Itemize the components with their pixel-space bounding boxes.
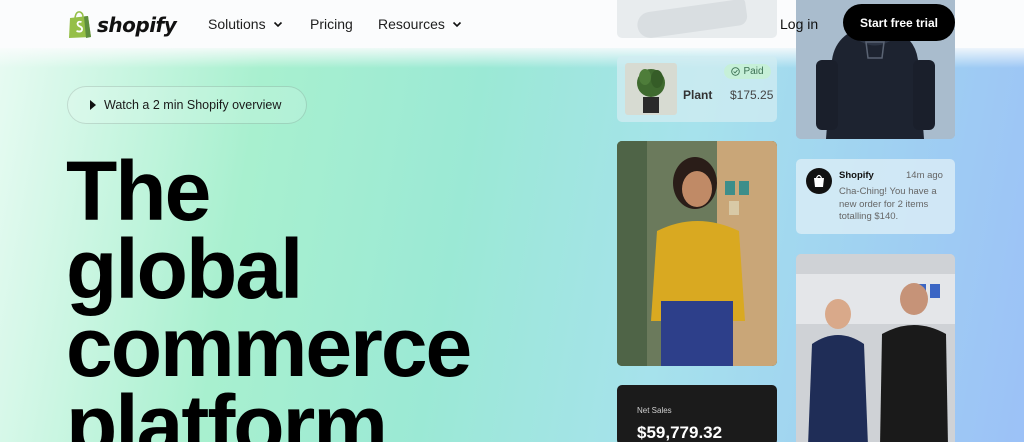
merchants-photo: [796, 254, 955, 442]
play-icon: [90, 100, 96, 110]
merchant-photo: [617, 141, 777, 366]
nav-resources[interactable]: Resources: [378, 16, 463, 32]
product-name: Plant: [683, 88, 713, 102]
notification-card: Shopify 14m ago Cha-Ching! You have a ne…: [796, 159, 955, 234]
sneaker-image-card: [617, 0, 777, 38]
nav-pricing[interactable]: Pricing: [310, 16, 353, 32]
shopify-logo[interactable]: shopify: [67, 10, 177, 39]
chevron-down-icon: [273, 21, 282, 28]
net-sales-value: $59,779.32: [637, 423, 723, 442]
notification-time: 14m ago: [906, 170, 943, 181]
order-card: Paid Plant $175.25: [617, 56, 777, 122]
notification-message: Cha-Ching! You have a new order for 2 it…: [839, 186, 937, 222]
chevron-down-icon: [452, 21, 461, 28]
start-free-trial-button[interactable]: Start free trial: [843, 4, 955, 41]
nav-solutions-label: Solutions: [208, 16, 266, 32]
net-sales-label: Net Sales: [637, 406, 672, 415]
headline-line: platform: [66, 378, 388, 442]
headline-line: commerce: [66, 300, 472, 394]
check-circle-icon: [731, 67, 741, 76]
product-price: $175.25: [730, 88, 774, 102]
plant-image: [625, 63, 677, 115]
status-badge: Paid: [724, 64, 771, 79]
merchant-photo-card: [617, 141, 777, 366]
nav-resources-label: Resources: [378, 16, 445, 32]
hero-headline: The global commerce platform: [66, 144, 586, 442]
login-link[interactable]: Log in: [780, 16, 818, 32]
merchants-photo-card: [796, 254, 955, 442]
status-label: Paid: [743, 66, 764, 77]
shopify-bag-icon: [806, 168, 832, 194]
nav-pricing-label: Pricing: [310, 16, 353, 32]
watch-overview-label: Watch a 2 min Shopify overview: [104, 98, 282, 112]
shopify-bag-icon: [69, 11, 91, 38]
nav-solutions[interactable]: Solutions: [208, 16, 284, 32]
net-sales-card: Net Sales $59,779.32: [617, 385, 777, 442]
headline-line: global: [66, 222, 303, 316]
watch-overview-button[interactable]: Watch a 2 min Shopify overview: [67, 86, 307, 124]
headline-line: The: [66, 144, 211, 238]
notification-sender: Shopify: [839, 170, 874, 181]
brand-name: shopify: [97, 12, 177, 37]
